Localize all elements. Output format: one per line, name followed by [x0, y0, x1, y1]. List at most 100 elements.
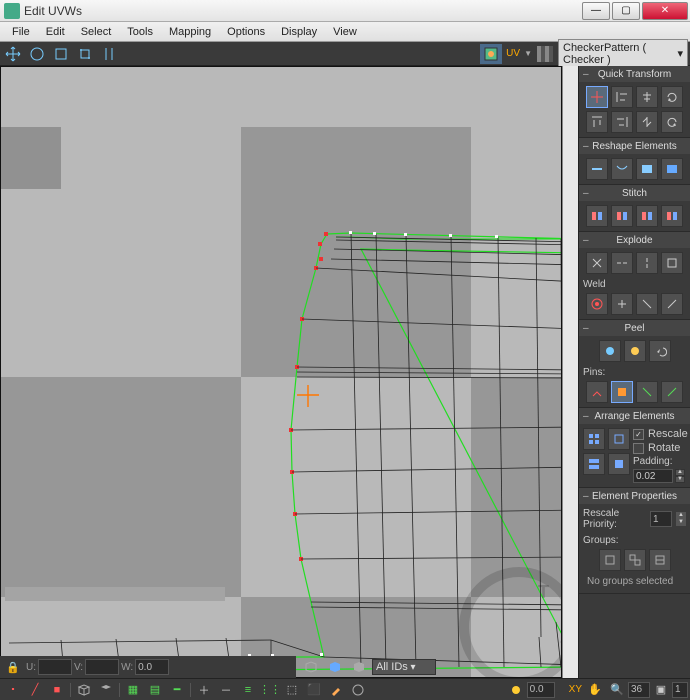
group-a-button[interactable] — [599, 549, 621, 571]
maximize-button[interactable]: ▢ — [612, 2, 640, 20]
soft-sel-button[interactable] — [348, 681, 368, 699]
panel-explode-header[interactable]: Explode — [579, 232, 690, 248]
menu-select[interactable]: Select — [73, 24, 120, 40]
menu-mapping[interactable]: Mapping — [161, 24, 219, 40]
group-b-button[interactable] — [624, 549, 646, 571]
rescale-checkbox[interactable] — [633, 429, 644, 440]
stitch-c-button[interactable] — [636, 205, 658, 227]
panel-props-header[interactable]: Element Properties — [579, 488, 690, 504]
filter-a-button[interactable]: ▦ — [123, 681, 143, 699]
pack-d-button[interactable] — [608, 453, 630, 475]
move-mode-button[interactable] — [586, 86, 608, 108]
sel-shrink-button[interactable]: － — [216, 681, 236, 699]
break-c-button[interactable] — [636, 252, 658, 274]
priority-up[interactable]: ▲ — [676, 512, 686, 519]
filter-b-button[interactable]: ▤ — [145, 681, 165, 699]
lock-button[interactable]: 🔒 — [3, 658, 23, 676]
freeform-tool-button[interactable] — [74, 44, 96, 64]
panel-peel-header[interactable]: Peel — [579, 320, 690, 336]
cube-a-button[interactable] — [301, 658, 321, 676]
flip-h-button[interactable] — [636, 111, 658, 133]
face-mode-button[interactable]: ■ — [47, 681, 67, 699]
menu-tools[interactable]: Tools — [119, 24, 161, 40]
uv-viewport[interactable]: TZ — [0, 66, 562, 678]
sel-grow-button[interactable]: ＋ — [194, 681, 214, 699]
reshape-c-button[interactable] — [636, 158, 658, 180]
weld-c-button[interactable] — [636, 293, 658, 315]
stitch-a-button[interactable] — [586, 205, 608, 227]
filter-c-button[interactable]: ━ — [167, 681, 187, 699]
texture-dropdown[interactable]: CheckerPattern ( Checker )▾ — [558, 39, 688, 69]
relax-button[interactable] — [611, 158, 633, 180]
sel-loop-button[interactable]: ⋮⋮ — [260, 681, 280, 699]
vertex-mode-button[interactable]: ⬝ — [3, 681, 23, 699]
pack-b-button[interactable] — [583, 453, 605, 475]
priority-down[interactable]: ▼ — [676, 519, 686, 526]
cube-b-button[interactable] — [325, 658, 345, 676]
zoom-button[interactable]: 🔍 — [607, 681, 627, 699]
align-right-button[interactable] — [611, 111, 633, 133]
break-a-button[interactable] — [586, 252, 608, 274]
minimize-button[interactable]: — — [582, 2, 610, 20]
weld-d-button[interactable] — [661, 293, 683, 315]
align-left-button[interactable] — [611, 86, 633, 108]
hand-button[interactable]: ✋ — [585, 681, 605, 699]
cube-c-button[interactable] — [349, 658, 369, 676]
rotate-checkbox[interactable] — [633, 443, 644, 454]
grid-toggle-button[interactable] — [534, 44, 556, 64]
panel-arrange-header[interactable]: Arrange Elements — [579, 408, 690, 424]
pin-d-button[interactable] — [661, 381, 683, 403]
paint-sel-button[interactable] — [326, 681, 346, 699]
align-top-button[interactable] — [586, 111, 608, 133]
weld-target-button[interactable] — [586, 293, 608, 315]
padding-up[interactable]: ▲ — [675, 469, 685, 476]
lightbulb-button[interactable] — [506, 681, 526, 699]
w-input[interactable] — [135, 659, 169, 675]
rotate-ccw-button[interactable] — [661, 111, 683, 133]
v-input[interactable] — [85, 659, 119, 675]
falloff-input[interactable] — [527, 682, 555, 698]
options-button[interactable] — [480, 44, 502, 64]
menu-display[interactable]: Display — [273, 24, 325, 40]
mirror-tool-button[interactable] — [98, 44, 120, 64]
padding-down[interactable]: ▼ — [675, 476, 685, 483]
pack-c-button[interactable] — [608, 428, 630, 450]
reshape-d-button[interactable] — [661, 158, 683, 180]
menu-view[interactable]: View — [325, 24, 365, 40]
pin-b-button[interactable] — [611, 381, 633, 403]
zoom-pct-input[interactable] — [628, 682, 650, 698]
move-tool-button[interactable] — [2, 44, 24, 64]
sel-b-button[interactable]: ⬛ — [304, 681, 324, 699]
group-c-button[interactable] — [649, 549, 671, 571]
panel-quick-transform-header[interactable]: Quick Transform — [579, 66, 690, 82]
break-d-button[interactable] — [661, 252, 683, 274]
peel-undo-button[interactable] — [649, 340, 671, 362]
panel-reshape-header[interactable]: Reshape Elements — [579, 138, 690, 154]
poly-mode-button[interactable] — [96, 681, 116, 699]
rotate-cw-button[interactable] — [661, 86, 683, 108]
straighten-button[interactable] — [586, 158, 608, 180]
panel-stitch-header[interactable]: Stitch — [579, 185, 690, 201]
layer-input[interactable] — [672, 682, 688, 698]
peel-quick-button[interactable] — [599, 340, 621, 362]
align-center-button[interactable] — [636, 86, 658, 108]
peel-reset-button[interactable] — [624, 340, 646, 362]
u-input[interactable] — [38, 659, 72, 675]
close-button[interactable]: ✕ — [642, 2, 688, 20]
stitch-d-button[interactable] — [661, 205, 683, 227]
scale-tool-button[interactable] — [50, 44, 72, 64]
pack-a-button[interactable] — [583, 428, 605, 450]
stitch-b-button[interactable] — [611, 205, 633, 227]
rotate-tool-button[interactable] — [26, 44, 48, 64]
edge-mode-button[interactable]: ╱ — [25, 681, 45, 699]
menu-file[interactable]: File — [4, 24, 38, 40]
scrollbar-vertical[interactable] — [562, 66, 578, 678]
break-b-button[interactable] — [611, 252, 633, 274]
weld-b-button[interactable] — [611, 293, 633, 315]
padding-input[interactable] — [633, 469, 673, 483]
sel-convert-button[interactable]: ⬚ — [282, 681, 302, 699]
element-mode-button[interactable] — [74, 681, 94, 699]
rescale-priority-input[interactable] — [650, 511, 672, 527]
ids-dropdown[interactable]: All IDs ▾ — [372, 659, 436, 675]
uv-dropdown-icon[interactable]: ▼ — [524, 49, 532, 58]
